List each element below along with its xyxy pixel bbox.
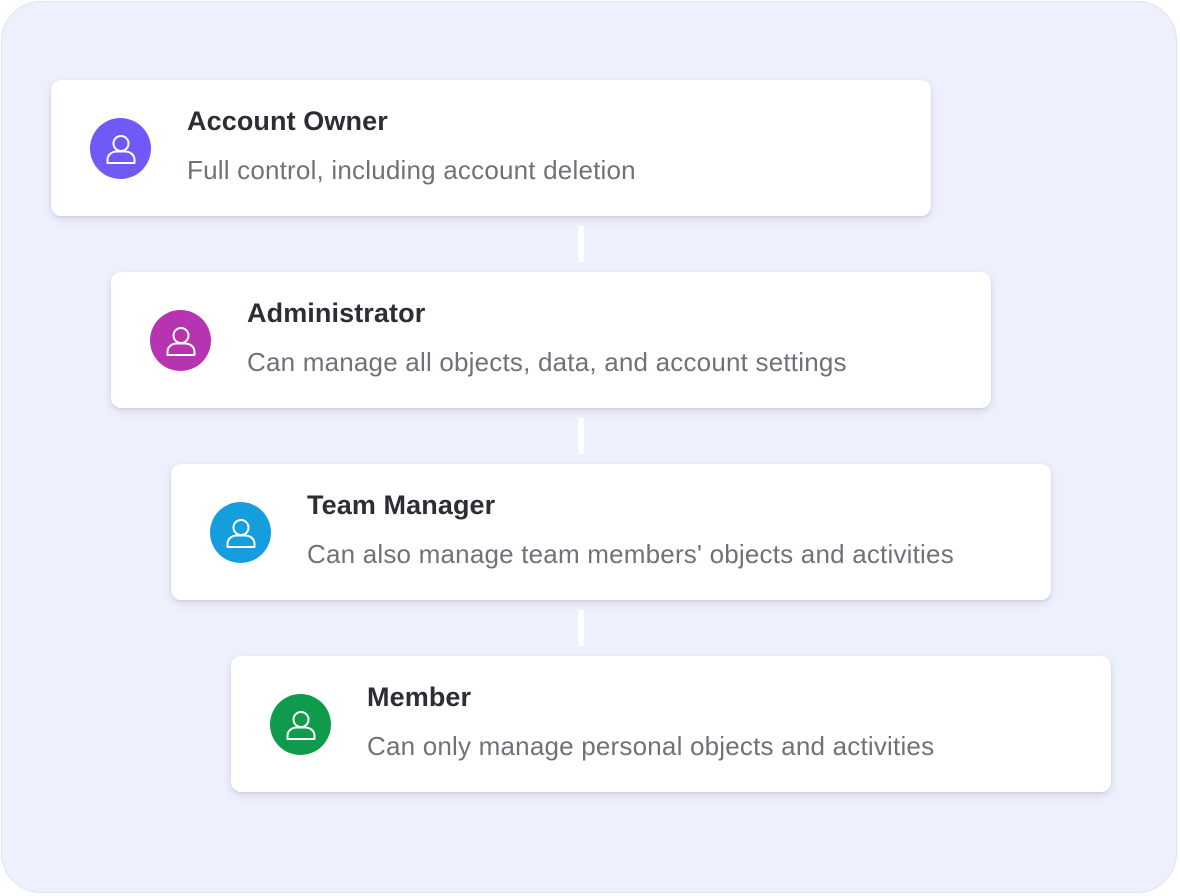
role-description: Can also manage team members' objects an… [307,539,954,569]
role-description: Can only manage personal objects and act… [367,731,935,761]
role-card-administrator: Administrator Can manage all objects, da… [111,272,991,408]
role-title: Account Owner [187,106,388,136]
user-icon [226,518,255,548]
role-card-account-owner: Account Owner Full control, including ac… [51,80,931,216]
user-icon [166,326,195,356]
user-icon [286,710,315,740]
hierarchy-connector [578,418,584,454]
avatar [90,118,151,179]
role-card-team-manager: Team Manager Can also manage team member… [171,464,1051,600]
user-icon [106,134,135,164]
avatar [150,310,211,371]
role-description: Full control, including account deletion [187,155,636,185]
avatar [270,694,331,755]
role-title: Team Manager [307,490,496,520]
role-title: Administrator [247,298,426,328]
avatar [210,502,271,563]
hierarchy-connector [578,610,584,646]
role-card-member: Member Can only manage personal objects … [231,656,1111,792]
roles-hierarchy-panel: Account Owner Full control, including ac… [1,1,1177,893]
role-description: Can manage all objects, data, and accoun… [247,347,847,377]
role-title: Member [367,682,472,712]
hierarchy-connector [578,226,584,262]
